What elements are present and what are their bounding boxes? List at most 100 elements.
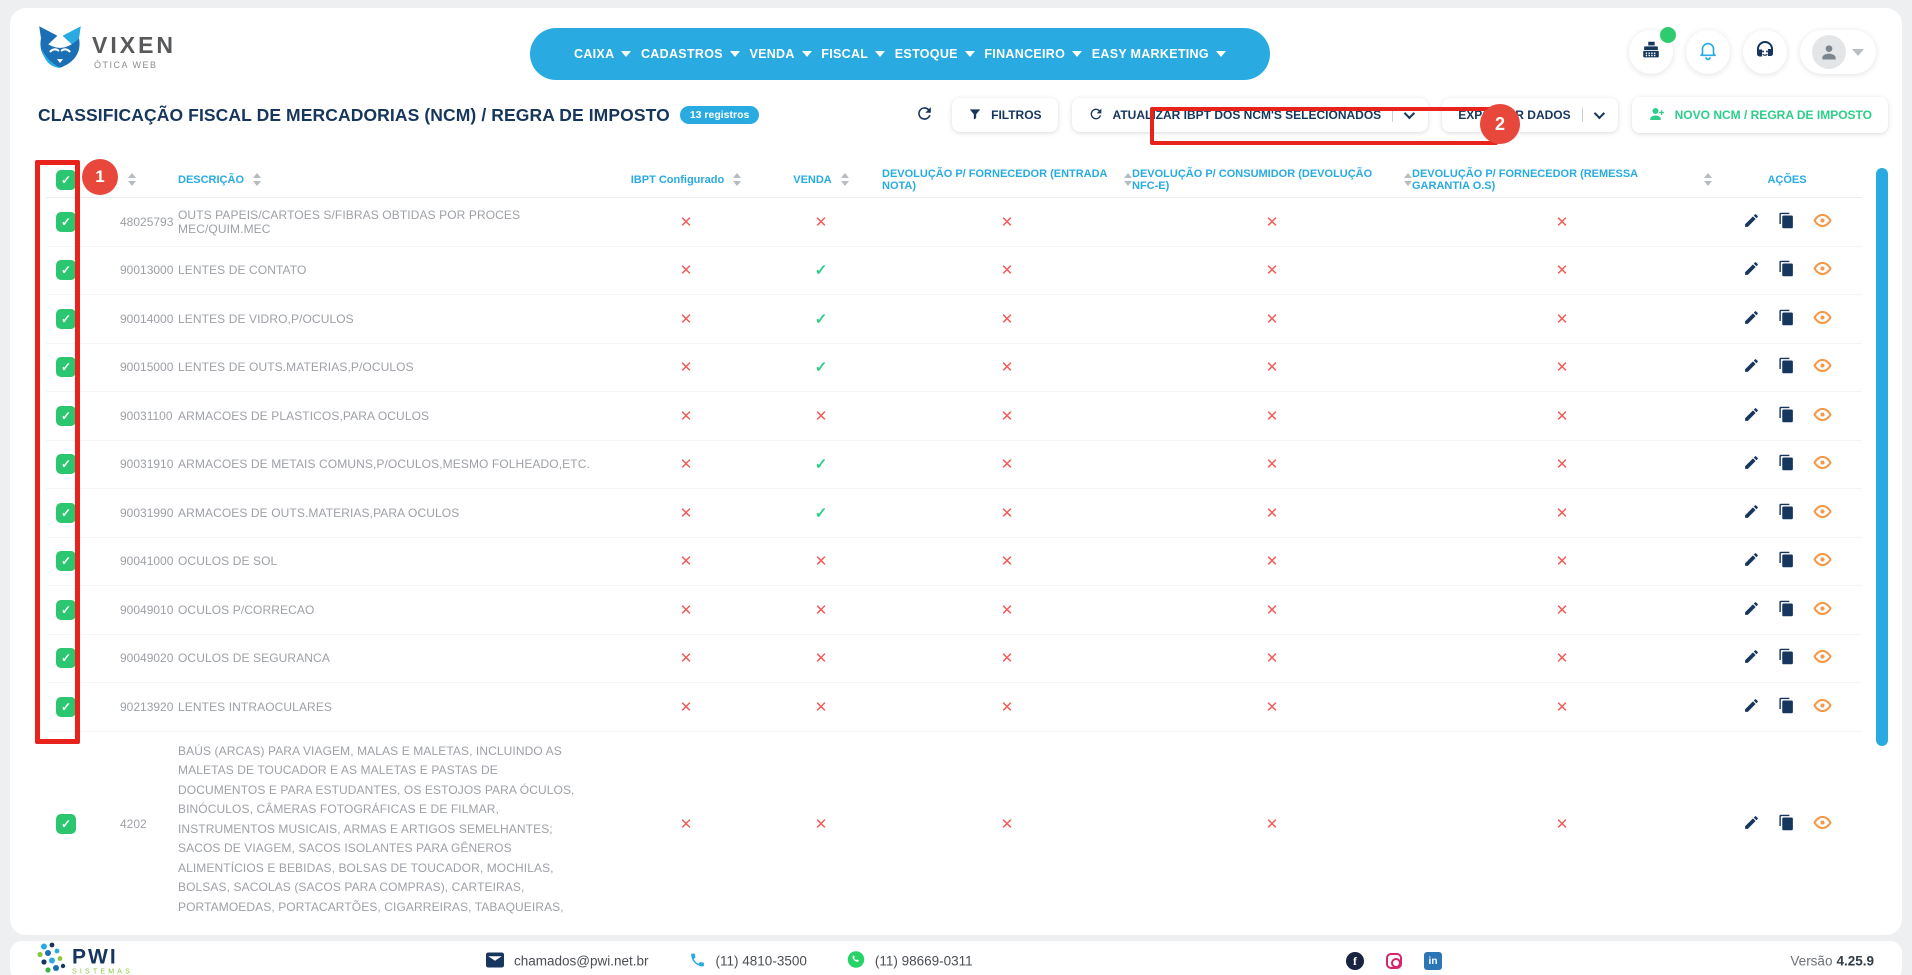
edit-button[interactable] xyxy=(1743,260,1760,280)
row-checkbox[interactable]: ✓ xyxy=(56,600,76,620)
edit-button[interactable] xyxy=(1743,600,1760,620)
status-dev-fornecedor-remessa: ✕ xyxy=(1412,552,1712,570)
view-button[interactable] xyxy=(1813,310,1832,328)
sort-dev-consumidor[interactable] xyxy=(1404,173,1412,186)
novo-ncm-button[interactable]: NOVO NCM / REGRA DE IMPOSTO xyxy=(1632,97,1888,133)
filters-label: FILTROS xyxy=(991,108,1041,122)
duplicate-button[interactable] xyxy=(1778,697,1795,717)
footer-whatsapp[interactable]: (11) 98669-0311 xyxy=(847,951,973,972)
exportar-dados-button[interactable]: EXPORTAR DADOS xyxy=(1442,98,1617,132)
edit-button[interactable] xyxy=(1743,406,1760,426)
nav-menu-item[interactable]: ESTOQUE xyxy=(895,47,975,61)
row-checkbox[interactable]: ✓ xyxy=(56,648,76,668)
view-button[interactable] xyxy=(1813,815,1832,833)
duplicate-button[interactable] xyxy=(1778,260,1795,280)
edit-button[interactable] xyxy=(1743,503,1760,523)
linkedin-icon[interactable]: in xyxy=(1424,952,1442,970)
row-checkbox[interactable]: ✓ xyxy=(56,697,76,717)
sort-dev-fornecedor-entrada[interactable] xyxy=(1124,173,1132,186)
edit-button[interactable] xyxy=(1743,814,1760,834)
duplicate-button[interactable] xyxy=(1778,648,1795,668)
sort-dev-fornecedor-remessa[interactable] xyxy=(1704,173,1712,186)
footer-email[interactable]: chamados@pwi.net.br xyxy=(486,952,649,970)
headset-icon xyxy=(1753,38,1777,67)
nav-menu-item[interactable]: CAIXA xyxy=(574,47,631,61)
row-checkbox[interactable]: ✓ xyxy=(56,357,76,377)
chevron-down-icon xyxy=(965,51,975,57)
row-checkbox[interactable]: ✓ xyxy=(56,309,76,329)
row-checkbox[interactable]: ✓ xyxy=(56,454,76,474)
view-button[interactable] xyxy=(1813,455,1832,473)
instagram-icon[interactable] xyxy=(1386,953,1402,969)
duplicate-button[interactable] xyxy=(1778,212,1795,232)
edit-button[interactable] xyxy=(1743,551,1760,571)
status-ibpt: ✕ xyxy=(612,213,760,231)
view-button[interactable] xyxy=(1813,504,1832,522)
filters-button[interactable]: FILTROS xyxy=(952,98,1057,132)
sort-code[interactable] xyxy=(128,173,136,186)
edit-button[interactable] xyxy=(1743,697,1760,717)
edit-button[interactable] xyxy=(1743,212,1760,232)
eye-icon xyxy=(1813,815,1832,833)
row-checkbox[interactable]: ✓ xyxy=(56,814,76,834)
nav-menu-item[interactable]: CADASTROS xyxy=(641,47,740,61)
duplicate-button[interactable] xyxy=(1778,503,1795,523)
account-menu[interactable] xyxy=(1800,30,1876,74)
status-ibpt: ✕ xyxy=(612,504,760,522)
nav-menu-item[interactable]: EASY MARKETING xyxy=(1092,47,1226,61)
duplicate-button[interactable] xyxy=(1778,600,1795,620)
row-checkbox[interactable]: ✓ xyxy=(56,503,76,523)
eye-icon xyxy=(1813,504,1832,522)
status-ibpt: ✕ xyxy=(612,358,760,376)
pwi-dots-icon xyxy=(36,942,66,975)
notifications-button[interactable] xyxy=(1686,30,1730,74)
duplicate-button[interactable] xyxy=(1778,454,1795,474)
footer-contacts: chamados@pwi.net.br (11) 4810-3500 (11) … xyxy=(486,951,973,972)
view-button[interactable] xyxy=(1813,552,1832,570)
row-checkbox[interactable]: ✓ xyxy=(56,406,76,426)
sort-descricao[interactable] xyxy=(253,173,261,186)
duplicate-button[interactable] xyxy=(1778,357,1795,377)
row-checkbox[interactable]: ✓ xyxy=(56,551,76,571)
status-ibpt: ✕ xyxy=(612,407,760,425)
edit-button[interactable] xyxy=(1743,648,1760,668)
edit-button[interactable] xyxy=(1743,309,1760,329)
nav-menu-item[interactable]: VENDA xyxy=(749,47,811,61)
facebook-icon[interactable]: f xyxy=(1346,952,1364,970)
cash-register-button[interactable] xyxy=(1629,30,1673,74)
view-button[interactable] xyxy=(1813,698,1832,716)
select-all-checkbox[interactable]: ✓ xyxy=(56,170,76,190)
top-nav: CAIXA CADASTROS VENDA FISCAL ESTOQUE FIN… xyxy=(530,28,1270,80)
duplicate-button[interactable] xyxy=(1778,309,1795,329)
duplicate-button[interactable] xyxy=(1778,551,1795,571)
table-scrollbar[interactable] xyxy=(1876,168,1888,746)
atualizar-ibpt-button[interactable]: ATUALIZAR IBPT DOS NCM'S SELECIONADOS xyxy=(1072,98,1429,132)
view-button[interactable] xyxy=(1813,261,1832,279)
chevron-down-icon xyxy=(802,51,812,57)
ncm-code: 48025793 xyxy=(86,215,178,229)
status-dev-consumidor: ✕ xyxy=(1132,310,1412,328)
vixen-logo[interactable]: VIXEN ÓTICA WEB xyxy=(34,24,176,75)
footer-phone[interactable]: (11) 4810-3500 xyxy=(689,951,807,971)
nav-menu-item[interactable]: FISCAL xyxy=(821,47,885,61)
status-dev-consumidor: ✕ xyxy=(1132,261,1412,279)
row-checkbox[interactable]: ✓ xyxy=(56,212,76,232)
view-button[interactable] xyxy=(1813,649,1832,667)
view-button[interactable] xyxy=(1813,213,1832,231)
duplicate-button[interactable] xyxy=(1778,406,1795,426)
nav-menu-item[interactable]: FINANCEIRO xyxy=(984,47,1082,61)
view-button[interactable] xyxy=(1813,358,1832,376)
duplicate-button[interactable] xyxy=(1778,814,1795,834)
edit-button[interactable] xyxy=(1743,357,1760,377)
sort-ibpt[interactable] xyxy=(733,173,741,186)
footer-version: Versão4.25.9 xyxy=(1790,954,1874,969)
refresh-button[interactable] xyxy=(911,98,938,132)
view-button[interactable] xyxy=(1813,601,1832,619)
edit-button[interactable] xyxy=(1743,454,1760,474)
pwi-logo[interactable]: PWI SISTEMAS xyxy=(36,942,133,975)
view-button[interactable] xyxy=(1813,407,1832,425)
status-venda: ✓ xyxy=(760,261,882,279)
sort-venda[interactable] xyxy=(841,173,849,186)
support-button[interactable] xyxy=(1743,30,1787,74)
row-checkbox[interactable]: ✓ xyxy=(56,260,76,280)
